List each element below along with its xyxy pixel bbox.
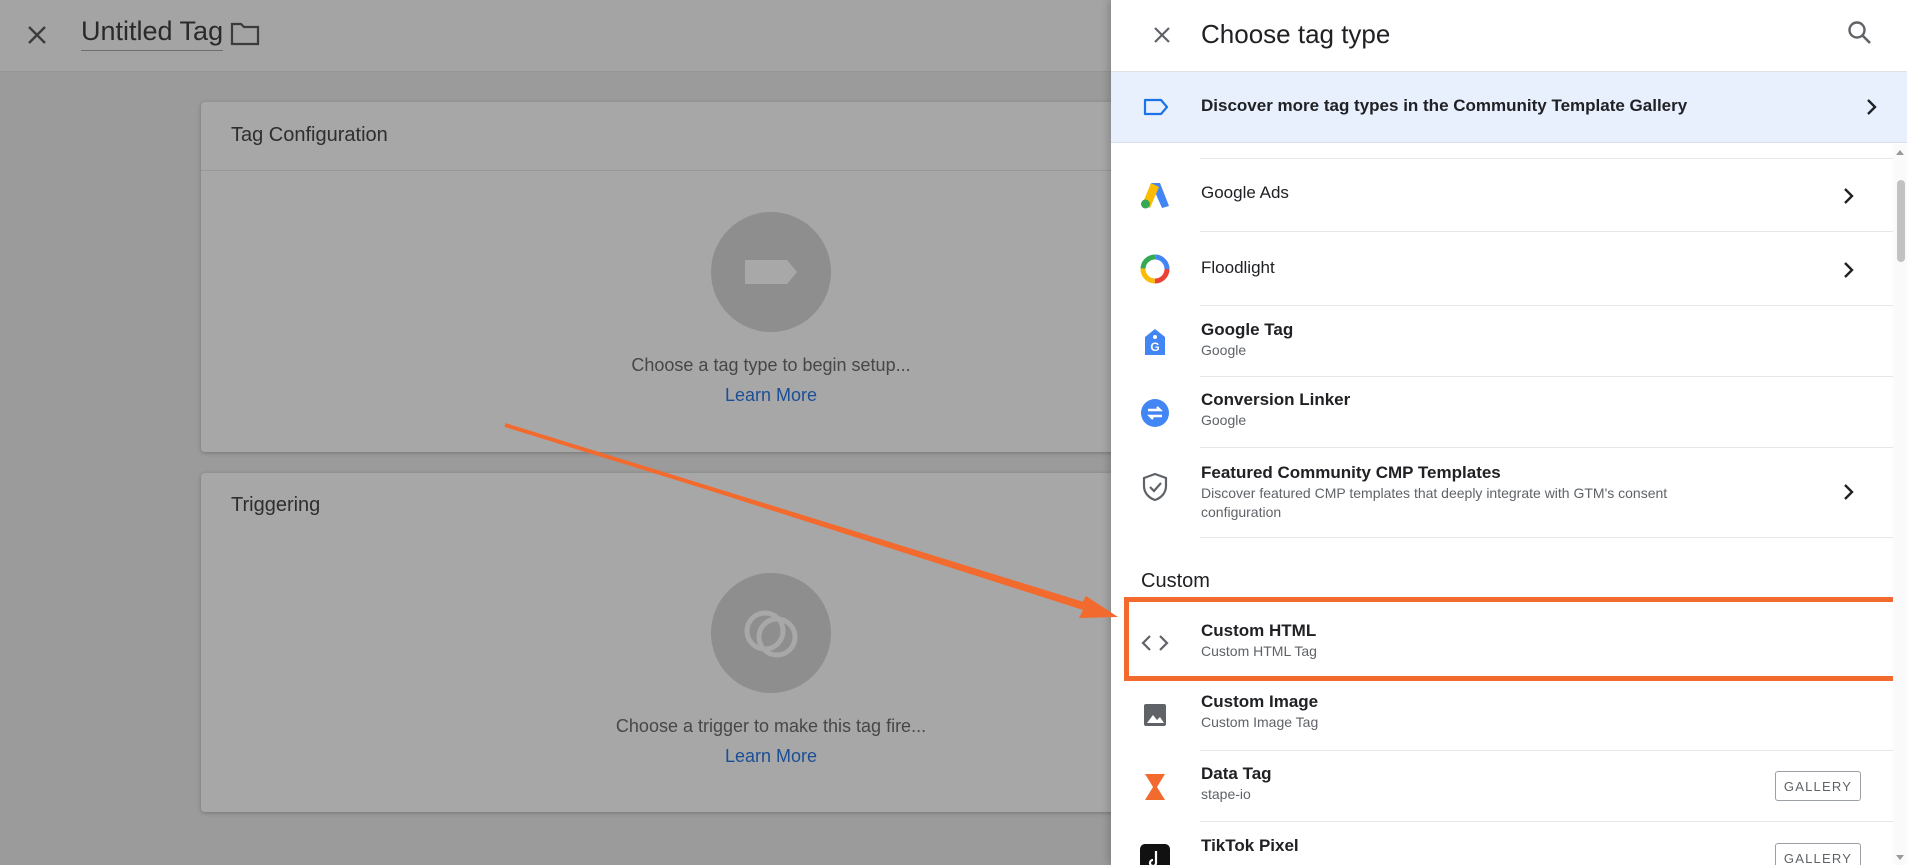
banner-text: Discover more tag types in the Community… xyxy=(1201,96,1688,115)
item-subtitle: Discover featured CMP templates that dee… xyxy=(1201,485,1668,501)
chevron-right-icon xyxy=(1844,484,1854,500)
google-tag-icon: G xyxy=(1145,329,1165,355)
item-subtitle: Custom Image Tag xyxy=(1201,714,1319,730)
gallery-badge[interactable]: GALLERY xyxy=(1775,771,1861,801)
conversion-linker-icon xyxy=(1141,399,1169,427)
highlight-annotation-box xyxy=(1124,597,1898,681)
item-title: Google Tag xyxy=(1201,320,1294,339)
tag-placeholder-icon[interactable] xyxy=(711,212,831,332)
scroll-down-icon[interactable] xyxy=(1894,854,1906,862)
triggering-card[interactable]: Triggering Choose a trigger to make this… xyxy=(201,473,1181,812)
folder-icon[interactable] xyxy=(230,20,260,46)
item-title: Data Tag xyxy=(1201,764,1272,783)
search-icon[interactable] xyxy=(1843,16,1877,50)
community-gallery-banner[interactable]: Discover more tag types in the Community… xyxy=(1111,72,1907,143)
item-title: Custom Image xyxy=(1201,692,1319,711)
tag-configuration-card[interactable]: Tag Configuration Choose a tag type to b… xyxy=(201,102,1181,452)
chevron-right-icon xyxy=(1867,99,1877,115)
choose-tag-type-panel: Choose tag type Discover more tag types … xyxy=(1111,0,1907,865)
list-item-custom-image[interactable]: Custom Image Custom Image Tag xyxy=(1111,681,1893,751)
close-icon[interactable] xyxy=(1145,18,1179,52)
item-title: Conversion Linker xyxy=(1201,390,1351,409)
list-item-floodlight[interactable]: Floodlight xyxy=(1111,232,1893,306)
item-title: Floodlight xyxy=(1201,258,1275,277)
image-icon xyxy=(1144,704,1166,726)
shield-check-icon xyxy=(1142,472,1168,502)
panel-header: Choose tag type xyxy=(1111,0,1907,72)
item-title: Google Ads xyxy=(1201,183,1289,202)
card-title: Tag Configuration xyxy=(201,102,1181,171)
list-item-tiktok-pixel[interactable]: TikTok Pixel GALLERY xyxy=(1111,822,1893,865)
list-item-featured-cmp-templates[interactable]: Featured Community CMP Templates Discove… xyxy=(1111,448,1893,538)
card-title: Triggering xyxy=(231,494,321,516)
item-title: TikTok Pixel xyxy=(1201,836,1299,855)
scrollbar-thumb[interactable] xyxy=(1897,180,1905,262)
list-item-google-tag[interactable]: G Google Tag Google xyxy=(1111,306,1893,377)
floodlight-icon xyxy=(1140,254,1170,284)
chevron-right-icon xyxy=(1844,188,1854,204)
item-subtitle: Google xyxy=(1201,342,1247,358)
list-item-conversion-linker[interactable]: Conversion Linker Google xyxy=(1111,377,1893,448)
item-subtitle: stape-io xyxy=(1201,786,1251,802)
item-subtitle-continued: configuration xyxy=(1201,504,1282,520)
chevron-right-icon xyxy=(1844,262,1854,278)
section-label-custom: Custom xyxy=(1141,570,1210,592)
tag-name-input[interactable]: Untitled Tag xyxy=(81,15,224,51)
google-ads-icon xyxy=(1141,183,1169,209)
list-item-data-tag[interactable]: Data Tag stape-io GALLERY xyxy=(1111,751,1893,822)
trigger-placeholder-icon[interactable] xyxy=(711,573,831,693)
item-title: Featured Community CMP Templates xyxy=(1201,463,1501,482)
svg-text:G: G xyxy=(1150,340,1159,354)
data-tag-icon xyxy=(1145,774,1165,800)
tiktok-icon xyxy=(1140,844,1170,865)
gallery-badge[interactable]: GALLERY xyxy=(1775,843,1861,865)
panel-title: Choose tag type xyxy=(1201,19,1391,49)
list-item-google-ads[interactable]: Google Ads xyxy=(1111,159,1893,232)
item-subtitle: Google xyxy=(1201,412,1247,428)
tag-outline-icon xyxy=(1143,98,1169,116)
close-icon[interactable] xyxy=(22,20,52,50)
scroll-up-icon[interactable] xyxy=(1894,148,1906,156)
